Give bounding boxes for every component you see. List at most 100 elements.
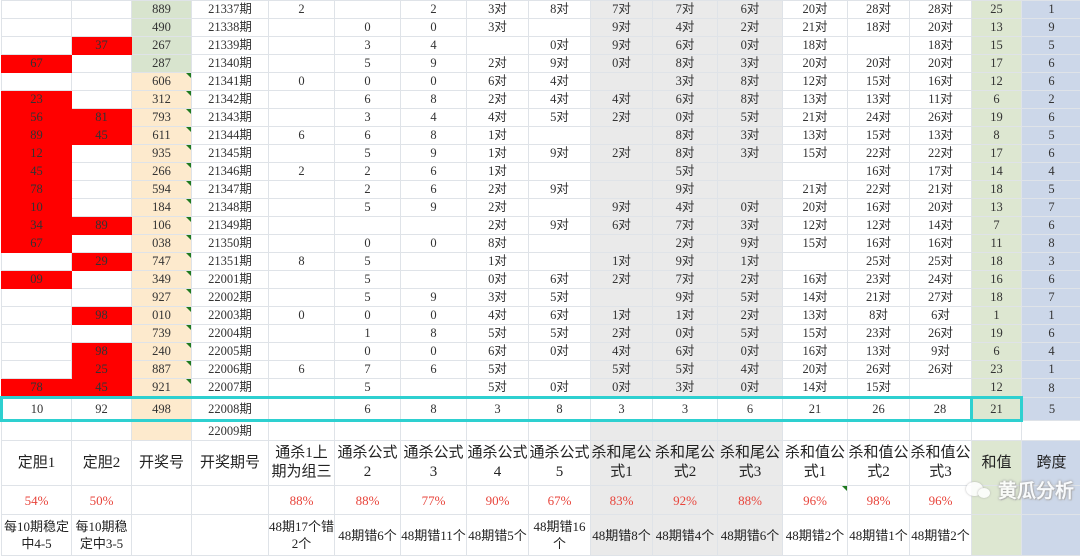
cell-dingdan1[interactable] xyxy=(2,307,72,325)
accuracy-shw1: 83% xyxy=(591,486,653,515)
cell-dingdan2[interactable] xyxy=(72,235,132,253)
cell-dingdan2[interactable] xyxy=(72,199,132,217)
cell-dingdan2[interactable] xyxy=(72,163,132,181)
cell-dingdan1[interactable]: 67 xyxy=(2,235,72,253)
cell-dingdan1[interactable]: 09 xyxy=(2,271,72,289)
cell-ts3: 0 xyxy=(401,19,467,37)
cell-ts4: 1对 xyxy=(467,127,529,145)
cell-shz3: 18对 xyxy=(910,37,972,55)
cell-draw-period: 21350期 xyxy=(192,235,269,253)
accuracy-shw2: 92% xyxy=(653,486,718,515)
cell-dingdan1[interactable]: 78 xyxy=(2,181,72,199)
table-row: 9824022005期006对0对4对6对0对16对13对9对64 xyxy=(2,343,1080,361)
cell-draw-number: 498 xyxy=(132,398,192,421)
cell-dingdan2[interactable] xyxy=(72,55,132,73)
miss-count-kaijianghao xyxy=(132,515,192,556)
cell-dingdan1[interactable]: 45 xyxy=(2,163,72,181)
cell-dingdan1[interactable] xyxy=(2,289,72,307)
cell-shw1: 2对 xyxy=(591,271,653,289)
cell-dingdan1[interactable]: 89 xyxy=(2,127,72,145)
cell-span: 6 xyxy=(1022,109,1080,127)
cell-dingdan1[interactable]: 67 xyxy=(2,55,72,73)
cell-dingdan2[interactable] xyxy=(72,91,132,109)
cell-dingdan1[interactable]: 23 xyxy=(2,91,72,109)
cell-dingdan2[interactable]: 98 xyxy=(72,343,132,361)
cell-ts4 xyxy=(467,421,529,441)
cell-shz1: 20对 xyxy=(783,55,848,73)
cell-shz1: 20对 xyxy=(783,1,848,19)
cell-ts5: 0对 xyxy=(529,343,591,361)
cell-dingdan2[interactable] xyxy=(72,325,132,343)
cell-span: 4 xyxy=(1022,163,1080,181)
cell-shz2: 26对 xyxy=(848,361,910,379)
cell-dingdan2[interactable]: 25 xyxy=(72,361,132,379)
cell-dingdan2[interactable]: 98 xyxy=(72,307,132,325)
cell-shz3: 20对 xyxy=(910,199,972,217)
cell-ts2: 5 xyxy=(335,55,401,73)
cell-shw1: 0对 xyxy=(591,379,653,398)
cell-ts1 xyxy=(269,325,335,343)
cell-ts1 xyxy=(269,199,335,217)
cell-dingdan2[interactable] xyxy=(72,271,132,289)
cell-ts3: 9 xyxy=(401,145,467,163)
cell-dingdan2[interactable]: 45 xyxy=(72,379,132,398)
cell-shz2: 13对 xyxy=(848,91,910,109)
cell-shw3: 2对 xyxy=(718,19,783,37)
cell-ts1 xyxy=(269,235,335,253)
cell-ts3: 9 xyxy=(401,199,467,217)
cell-draw-number: 312 xyxy=(132,91,192,109)
cell-shw2 xyxy=(653,421,718,441)
cell-draw-period: 21351期 xyxy=(192,253,269,271)
cell-draw-number: 611 xyxy=(132,127,192,145)
cell-dingdan1[interactable]: 78 xyxy=(2,379,72,398)
cell-dingdan2[interactable]: 29 xyxy=(72,253,132,271)
cell-shw1 xyxy=(591,163,653,181)
cell-shw3: 3对 xyxy=(718,55,783,73)
cell-span: 5 xyxy=(1022,37,1080,55)
table-row: 9801022003期0004对6对1对1对2对13对8对6对11 xyxy=(2,307,1080,325)
accuracy-ts4: 90% xyxy=(467,486,529,515)
cell-ts5 xyxy=(529,253,591,271)
cell-ts2: 2 xyxy=(335,181,401,199)
cell-shz2: 8对 xyxy=(848,307,910,325)
cell-ts4: 5对 xyxy=(467,325,529,343)
cell-dingdan1[interactable]: 56 xyxy=(2,109,72,127)
cell-dingdan2[interactable] xyxy=(72,73,132,91)
cell-dingdan1[interactable] xyxy=(2,361,72,379)
cell-draw-number: 267 xyxy=(132,37,192,55)
cell-dingdan1[interactable] xyxy=(2,421,72,441)
miss-count-row: 每10期稳定中4-5每10期稳定中3-548期17个错2个48期错6个48期错1… xyxy=(2,515,1080,556)
cell-dingdan2[interactable] xyxy=(72,145,132,163)
cell-dingdan2[interactable]: 89 xyxy=(72,217,132,235)
cell-dingdan1[interactable] xyxy=(2,343,72,361)
cell-dingdan1[interactable] xyxy=(2,325,72,343)
cell-dingdan2[interactable]: 45 xyxy=(72,127,132,145)
cell-dingdan1[interactable] xyxy=(2,73,72,91)
cell-dingdan1[interactable] xyxy=(2,19,72,37)
accuracy-shw3: 88% xyxy=(718,486,783,515)
accuracy-qihao xyxy=(192,486,269,515)
cell-dingdan2[interactable] xyxy=(72,421,132,441)
cell-dingdan2[interactable] xyxy=(72,289,132,307)
cell-dingdan1[interactable]: 34 xyxy=(2,217,72,235)
cell-shz3: 20对 xyxy=(910,55,972,73)
cell-ts3 xyxy=(401,217,467,235)
cell-ts5 xyxy=(529,421,591,441)
cell-draw-number: 184 xyxy=(132,199,192,217)
cell-sum xyxy=(972,421,1022,441)
cell-dingdan1[interactable]: 10 xyxy=(2,199,72,217)
cell-dingdan2[interactable]: 37 xyxy=(72,37,132,55)
cell-dingdan1[interactable]: 12 xyxy=(2,145,72,163)
cell-dingdan2[interactable]: 81 xyxy=(72,109,132,127)
cell-dingdan2[interactable] xyxy=(72,19,132,37)
cell-draw-period: 21337期 xyxy=(192,1,269,19)
cell-dingdan2[interactable] xyxy=(72,181,132,199)
cell-dingdan1[interactable] xyxy=(2,1,72,19)
cell-shw2: 7对 xyxy=(653,1,718,19)
cell-shz3: 11对 xyxy=(910,91,972,109)
cell-dingdan1[interactable] xyxy=(2,37,72,55)
cell-dingdan1[interactable] xyxy=(2,253,72,271)
cell-dingdan2[interactable] xyxy=(72,1,132,19)
cell-span: 6 xyxy=(1022,271,1080,289)
cell-draw-number: 935 xyxy=(132,145,192,163)
